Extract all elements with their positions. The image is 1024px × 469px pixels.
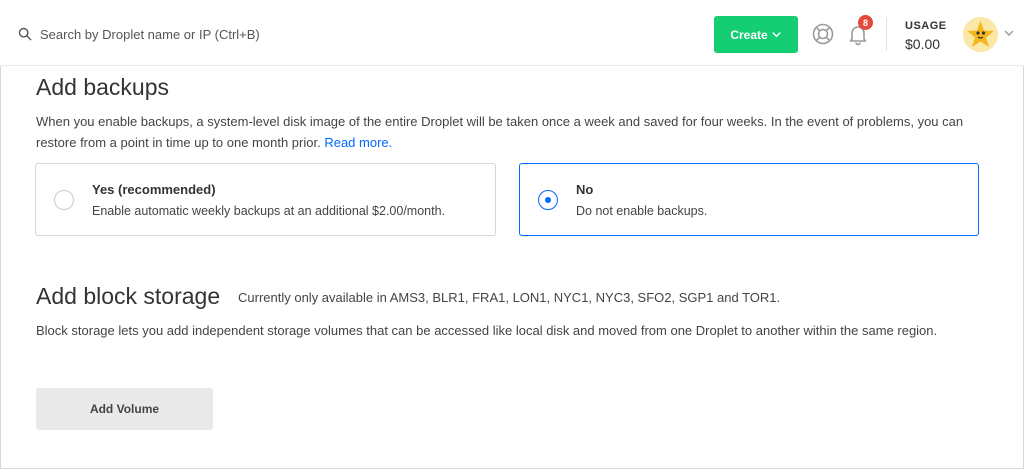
radio-no[interactable]: [538, 190, 558, 210]
usage-value: $0.00: [905, 36, 941, 52]
help-lifebuoy-icon[interactable]: [811, 22, 835, 46]
backups-description: When you enable backups, a system-level …: [36, 111, 996, 153]
option-subtitle: Do not enable backups.: [576, 204, 708, 218]
option-title: No: [576, 182, 594, 197]
avatar-starfish: [963, 17, 998, 52]
block-storage-section-title: Add block storage: [36, 283, 221, 309]
search-bar: [18, 24, 340, 44]
notification-badge: 8: [858, 15, 873, 30]
usage-label: USAGE: [905, 20, 947, 32]
option-subtitle: Enable automatic weekly backups at an ad…: [92, 204, 446, 218]
chevron-down-icon: [771, 32, 781, 38]
divider: [886, 17, 887, 51]
account-chevron-down-icon[interactable]: [1003, 27, 1015, 39]
create-button[interactable]: Create: [714, 16, 798, 53]
read-more-link[interactable]: Read more.: [324, 135, 392, 150]
backup-option-no[interactable]: No Do not enable backups.: [519, 163, 979, 236]
option-title: Yes (recommended): [92, 182, 216, 197]
backups-section-title: Add backups: [36, 74, 169, 100]
backup-option-yes[interactable]: Yes (recommended) Enable automatic weekl…: [35, 163, 496, 236]
backups-description-text: When you enable backups, a system-level …: [36, 114, 964, 150]
avatar[interactable]: [963, 17, 998, 52]
search-icon: [18, 27, 32, 41]
block-storage-availability: Currently only available in AMS3, BLR1, …: [238, 290, 781, 305]
block-storage-description: Block storage lets you add independent s…: [36, 323, 938, 338]
top-bar: Create 8 USAGE $0.00: [0, 0, 1024, 66]
search-input[interactable]: [40, 26, 340, 42]
create-button-label: Create: [730, 27, 768, 42]
add-volume-button[interactable]: Add Volume: [36, 388, 213, 430]
radio-yes[interactable]: [54, 190, 74, 210]
